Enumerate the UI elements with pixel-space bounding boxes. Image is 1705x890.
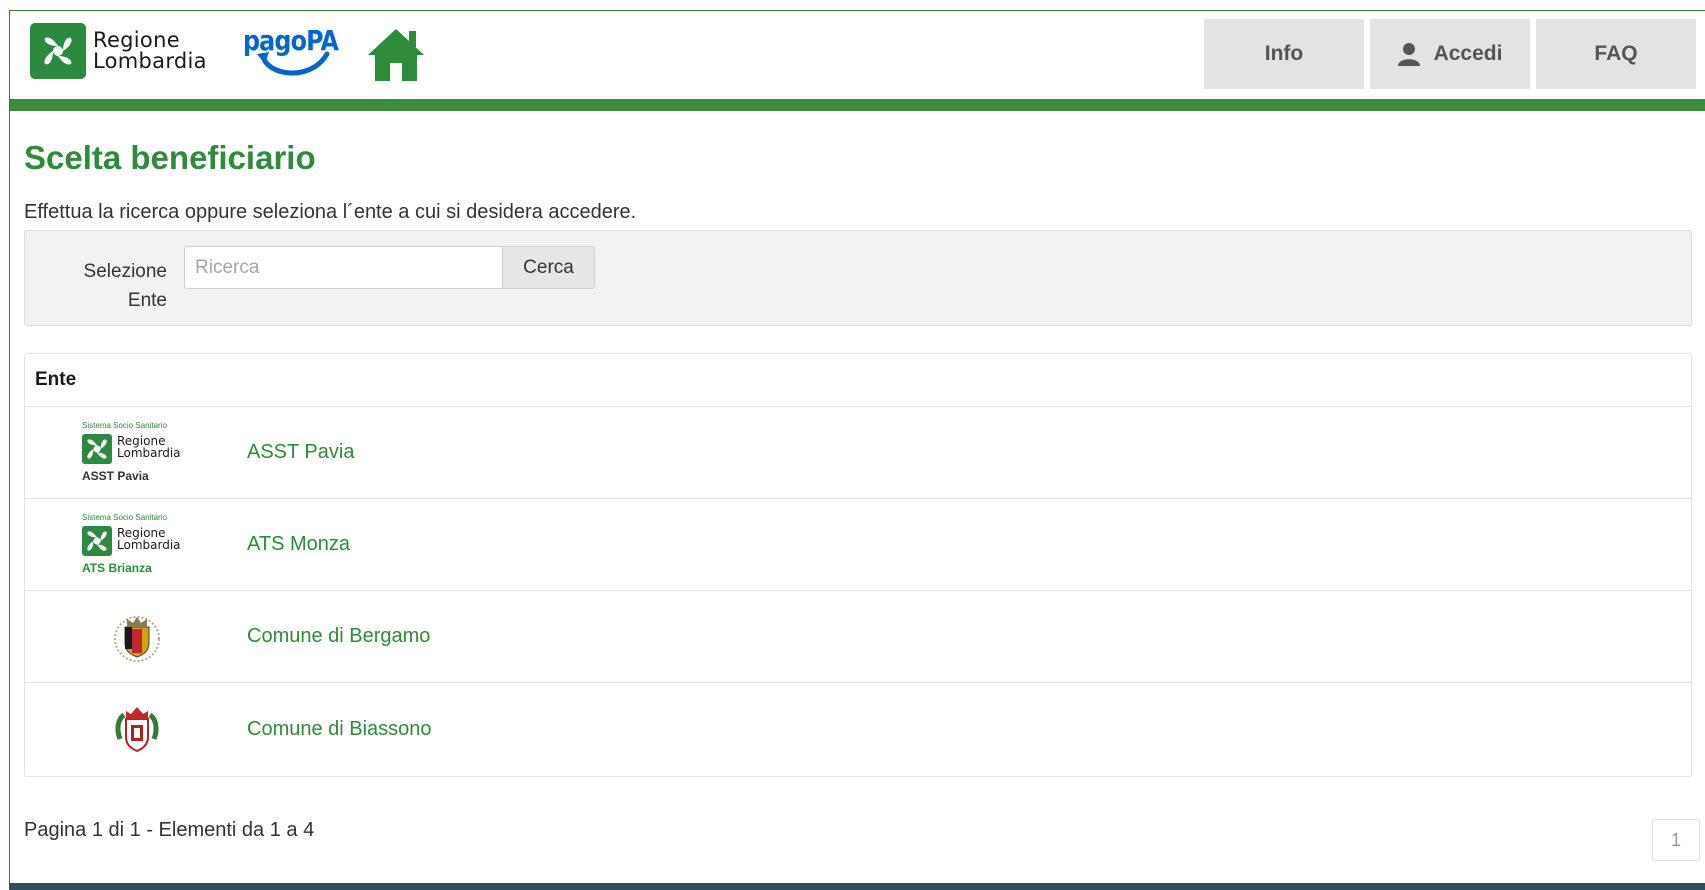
page-title: Scelta beneficiario: [24, 139, 316, 176]
search-button[interactable]: Cerca: [502, 246, 595, 289]
accedi-label: Accedi: [1433, 42, 1503, 65]
ssr-caption: Sistema Socio Sanitario: [82, 420, 167, 430]
home-icon[interactable]: [366, 25, 426, 83]
search-label-line2: Ente: [127, 290, 167, 311]
pagopa-logo[interactable]: pagoPA: [243, 24, 341, 84]
ente-link-ats-monza[interactable]: ATS Monza: [247, 533, 350, 556]
user-icon: [1397, 43, 1420, 66]
ssr-line2: Lombardia: [117, 445, 181, 460]
logo-line1: Regione: [93, 28, 180, 52]
bergamo-coat-of-arms-icon: [81, 604, 193, 670]
faq-button[interactable]: FAQ: [1536, 19, 1696, 89]
info-label: Info: [1264, 42, 1304, 65]
intro-text: Effettua la ricerca oppure seleziona l´e…: [24, 201, 637, 223]
header-green-bar: [10, 99, 1705, 111]
ssr-entity-name: ATS Brianza: [82, 560, 152, 575]
ssr-entity-name: ASST Pavia: [82, 468, 149, 483]
ssr-line2: Lombardia: [117, 537, 181, 552]
ente-link-asst-pavia[interactable]: ASST Pavia: [247, 441, 354, 464]
search-label-line1: Selezione: [83, 261, 167, 282]
logo-line2: Lombardia: [93, 49, 207, 73]
ats-brianza-logo: Sistema Socio Sanitario Regione Lombardi…: [81, 512, 193, 578]
info-button[interactable]: Info: [1204, 19, 1364, 89]
pagopa-arrow-icon: [257, 51, 330, 76]
table-header-ente: Ente: [25, 354, 1691, 407]
regione-lombardia-emblem-icon: [82, 433, 112, 464]
top-nav: Info Accedi FAQ: [1204, 19, 1696, 89]
table-row: Comune di Bergamo: [25, 591, 1691, 683]
ente-link-comune-di-bergamo[interactable]: Comune di Bergamo: [247, 625, 430, 648]
page-frame: Regione Lombardia pagoPA Info Accedi FAQ…: [9, 10, 1705, 890]
regione-lombardia-emblem-icon: [82, 525, 112, 556]
regione-lombardia-wordmark: Regione Lombardia: [93, 30, 207, 72]
ente-link-comune-di-biassono[interactable]: Comune di Biassono: [247, 718, 432, 741]
biassono-coat-of-arms-icon: [81, 696, 193, 762]
accedi-button[interactable]: Accedi: [1370, 19, 1530, 89]
pagination-page-button[interactable]: 1: [1652, 819, 1700, 861]
search-input[interactable]: [184, 246, 502, 289]
ssr-wordmark: Regione Lombardia: [117, 435, 181, 459]
table-row: Comune di Biassono: [25, 683, 1691, 775]
pagination-summary: Pagina 1 di 1 - Elementi da 1 a 4: [24, 819, 315, 841]
table-row: Sistema Socio Sanitario Regione Lombardi…: [25, 499, 1691, 591]
search-label: Selezione Ente: [65, 257, 167, 315]
regione-lombardia-emblem-icon: [30, 23, 86, 79]
asst-pavia-logo: Sistema Socio Sanitario Regione Lombardi…: [81, 420, 193, 486]
table-row: Sistema Socio Sanitario Regione Lombardi…: [25, 407, 1691, 499]
ssr-caption: Sistema Socio Sanitario: [82, 512, 167, 522]
search-panel: Selezione Ente Cerca: [24, 230, 1692, 326]
faq-label: FAQ: [1594, 42, 1638, 65]
ssr-wordmark: Regione Lombardia: [117, 527, 181, 551]
footer-bar: [9, 883, 1705, 890]
header: Regione Lombardia pagoPA Info Accedi FAQ: [10, 11, 1705, 91]
regione-lombardia-logo[interactable]: Regione Lombardia: [30, 23, 207, 79]
ente-table: Ente Sistema Socio Sanitario Regione Lom…: [24, 353, 1692, 777]
